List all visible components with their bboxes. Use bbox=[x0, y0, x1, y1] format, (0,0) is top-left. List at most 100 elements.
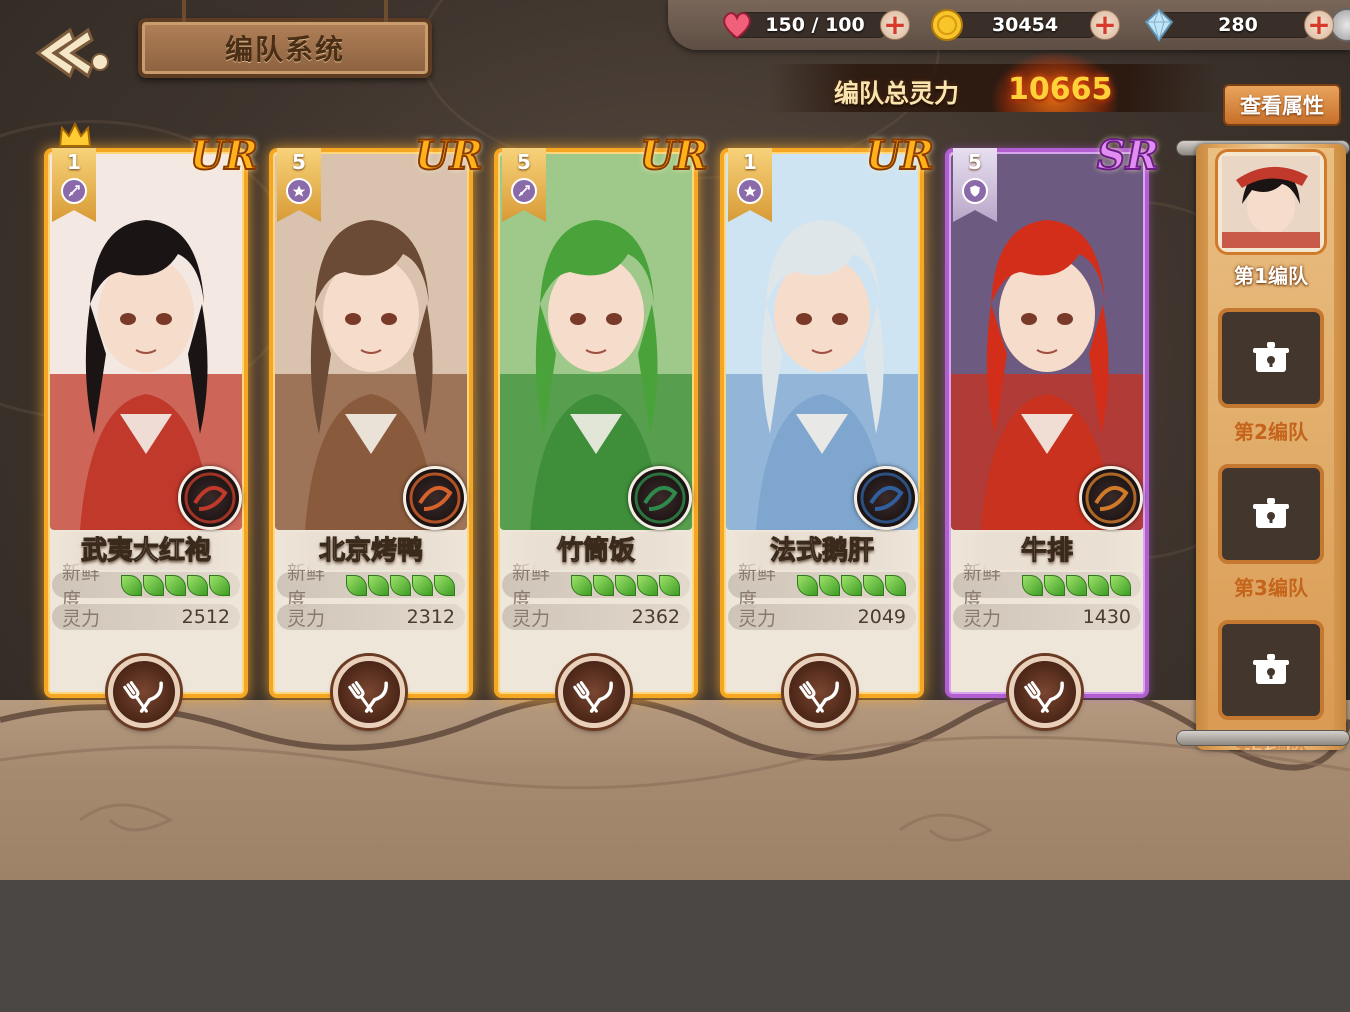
fork-knife-icon bbox=[573, 681, 613, 713]
cook-button[interactable] bbox=[333, 656, 405, 728]
team-slot-3[interactable] bbox=[1218, 464, 1324, 564]
freshness-leaf-icon bbox=[637, 574, 658, 596]
freshness-leaf-icon bbox=[659, 574, 680, 596]
rarity-badge: UR bbox=[414, 131, 484, 180]
gold-resource: 30454 + bbox=[930, 8, 1120, 42]
view-attributes-button[interactable]: 查看属性 bbox=[1223, 84, 1341, 126]
freshness-leaf-icon bbox=[209, 574, 230, 596]
stamina-value: 150 / 100 bbox=[765, 14, 865, 36]
skill-icon bbox=[628, 466, 692, 530]
star-icon bbox=[286, 178, 312, 204]
rarity-badge: UR bbox=[189, 131, 259, 180]
team-slot-2[interactable] bbox=[1218, 308, 1324, 408]
title-plate: 编队系统 bbox=[138, 0, 432, 78]
character-name: 北京烤鸭 bbox=[273, 532, 469, 570]
cook-button[interactable] bbox=[108, 656, 180, 728]
team-leader-avatar bbox=[1222, 156, 1320, 248]
character-card[interactable]: 1 UR 法式鹅肝 新鲜度 灵力 2049 bbox=[720, 131, 935, 728]
freshness-leaf-icon bbox=[434, 574, 455, 596]
freshness-leaf-icon bbox=[412, 574, 433, 596]
rarity-badge: SR bbox=[1096, 131, 1160, 180]
freshness-leaf-icon bbox=[863, 574, 884, 596]
team-slot-1[interactable] bbox=[1218, 152, 1324, 252]
locked-pot-icon bbox=[1253, 654, 1289, 684]
team-power-value: 10665 bbox=[1008, 72, 1113, 107]
team-label-3[interactable]: 第3编队 bbox=[1208, 572, 1334, 601]
add-crystal-button[interactable]: + bbox=[1304, 10, 1334, 40]
resource-bar: 150 / 100 + 30454 + 280 + bbox=[668, 0, 1350, 50]
power-label: 灵力 bbox=[287, 607, 326, 630]
cook-button[interactable] bbox=[1009, 656, 1081, 728]
freshness-leaf-icon bbox=[571, 574, 592, 596]
character-card[interactable]: 5 UR 竹筒饭 新鲜度 灵力 2362 bbox=[494, 131, 709, 728]
freshness-leaf-icon bbox=[165, 574, 186, 596]
stamina-resource: 150 / 100 + bbox=[720, 8, 910, 42]
freshness-leaf-icon bbox=[187, 574, 208, 596]
fork-knife-icon bbox=[799, 681, 839, 713]
floor-area bbox=[0, 684, 1350, 880]
freshness-leaf-icon bbox=[615, 574, 636, 596]
character-name: 竹筒饭 bbox=[498, 532, 694, 570]
skill-icon bbox=[854, 466, 918, 530]
character-name: 牛排 bbox=[949, 532, 1145, 570]
back-button[interactable] bbox=[30, 22, 116, 84]
freshness-leaf-icon bbox=[346, 574, 367, 596]
freshness-row: 新鲜度 bbox=[728, 562, 916, 611]
power-value: 2049 bbox=[857, 606, 906, 628]
leader-crown-icon bbox=[58, 122, 92, 147]
level-number: 1 bbox=[743, 150, 757, 174]
power-label: 灵力 bbox=[512, 607, 551, 630]
team-label-2[interactable]: 第2编队 bbox=[1208, 416, 1334, 445]
locked-pot-icon bbox=[1253, 498, 1289, 528]
character-card[interactable]: 5 UR 北京烤鸭 新鲜度 灵力 2312 bbox=[269, 131, 484, 728]
power-label: 灵力 bbox=[62, 607, 101, 630]
power-row: 灵力 2312 bbox=[277, 604, 465, 630]
power-row: 灵力 2049 bbox=[728, 604, 916, 630]
freshness-leaf-icon bbox=[143, 574, 164, 596]
power-label: 灵力 bbox=[963, 607, 1002, 630]
freshness-leaves bbox=[571, 574, 680, 596]
team-selector-panel: 第1编队第2编队第3编队第4编队 bbox=[1196, 144, 1346, 750]
power-value: 2312 bbox=[406, 606, 455, 628]
star-icon bbox=[737, 178, 763, 204]
back-arrow-icon bbox=[35, 27, 109, 79]
add-stamina-button[interactable]: + bbox=[880, 10, 910, 40]
character-card[interactable]: 1 UR 武夷大红袍 新鲜度 灵力 2512 bbox=[44, 122, 259, 728]
fork-knife-icon bbox=[348, 681, 388, 713]
freshness-row: 新鲜度 bbox=[953, 562, 1141, 611]
crystal-value: 280 bbox=[1218, 14, 1258, 36]
crystal-resource: 280 + bbox=[1142, 8, 1334, 42]
team-power-banner: 编队总灵力 10665 bbox=[770, 52, 1220, 112]
freshness-leaf-icon bbox=[1110, 574, 1131, 596]
freshness-leaf-icon bbox=[819, 574, 840, 596]
fork-knife-icon bbox=[123, 681, 163, 713]
rarity-badge: UR bbox=[865, 131, 935, 180]
gold-coin-icon bbox=[931, 9, 963, 41]
freshness-leaf-icon bbox=[841, 574, 862, 596]
cook-button[interactable] bbox=[558, 656, 630, 728]
skill-icon bbox=[403, 466, 467, 530]
freshness-leaf-icon bbox=[368, 574, 389, 596]
freshness-leaf-icon bbox=[121, 574, 142, 596]
freshness-leaf-icon bbox=[593, 574, 614, 596]
freshness-row: 新鲜度 bbox=[277, 562, 465, 611]
freshness-leaf-icon bbox=[797, 574, 818, 596]
rarity-badge: UR bbox=[639, 131, 709, 180]
freshness-leaves bbox=[1022, 574, 1131, 596]
shield-icon bbox=[962, 178, 988, 204]
add-gold-button[interactable]: + bbox=[1090, 10, 1120, 40]
freshness-leaf-icon bbox=[885, 574, 906, 596]
character-name: 法式鹅肝 bbox=[724, 532, 920, 570]
team-label-1[interactable]: 第1编队 bbox=[1208, 260, 1334, 289]
freshness-leaves bbox=[121, 574, 230, 596]
team-slot-4[interactable] bbox=[1218, 620, 1324, 720]
character-card[interactable]: 5 SR 牛排 新鲜度 灵力 1430 bbox=[945, 131, 1160, 728]
power-value: 1430 bbox=[1082, 606, 1131, 628]
power-value: 2512 bbox=[181, 606, 230, 628]
power-row: 灵力 1430 bbox=[953, 604, 1141, 630]
scroll-rod-bottom bbox=[1176, 730, 1350, 746]
cook-button[interactable] bbox=[784, 656, 856, 728]
power-row: 灵力 2512 bbox=[52, 604, 240, 630]
team-power-label: 编队总灵力 bbox=[834, 79, 960, 108]
freshness-leaf-icon bbox=[1088, 574, 1109, 596]
